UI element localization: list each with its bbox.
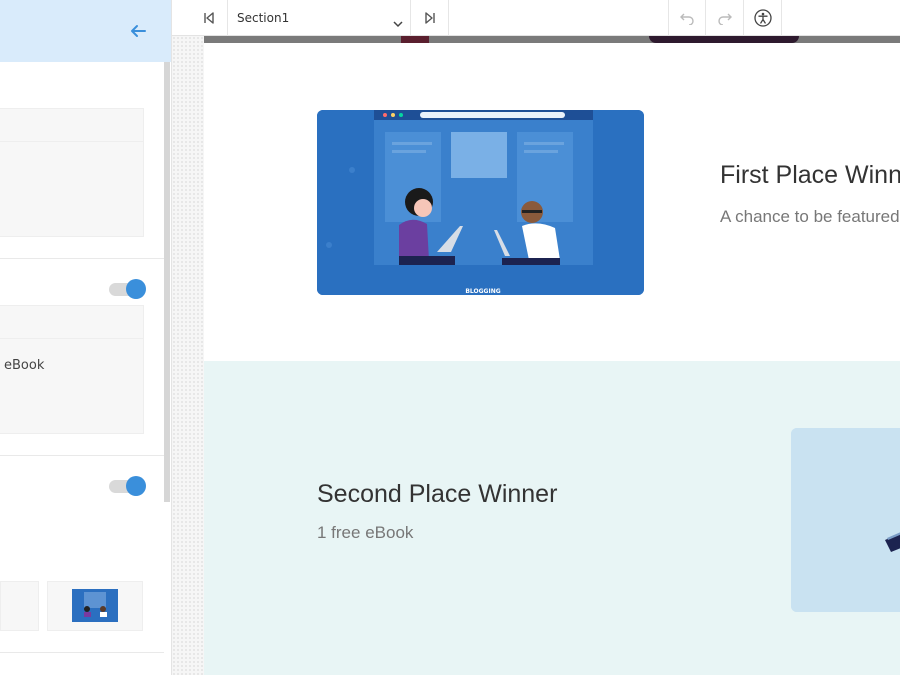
panel-divider <box>0 455 164 456</box>
second-place-section[interactable]: Second Place Winner 1 free eBook <box>204 361 900 675</box>
panel-divider <box>0 258 164 259</box>
arrow-left-icon[interactable] <box>128 21 148 41</box>
second-place-subtitle[interactable]: 1 free eBook <box>317 523 413 543</box>
image-thumbnail[interactable] <box>72 589 118 622</box>
illustration-label: BLOGGING <box>465 288 500 295</box>
second-place-illustration[interactable] <box>791 428 900 612</box>
undo-icon[interactable] <box>668 0 706 36</box>
page-canvas: BLOGGING First Place Winner A chance to … <box>204 36 900 675</box>
toggle-switch[interactable] <box>109 279 147 299</box>
skip-forward-icon[interactable] <box>411 0 449 36</box>
section-select[interactable]: Section1 <box>227 0 411 36</box>
previous-section-edge <box>204 36 900 43</box>
section-select-value: Section1 <box>237 11 290 25</box>
panel-divider <box>0 652 164 653</box>
panel-textarea[interactable] <box>0 141 144 237</box>
panel-scrollbar[interactable] <box>164 62 170 502</box>
first-place-title[interactable]: First Place Winner <box>720 161 900 190</box>
settings-panel: eBook <box>0 0 172 675</box>
panel-text-ebook: eBook <box>4 358 45 373</box>
image-option[interactable] <box>0 581 39 631</box>
accessibility-icon[interactable] <box>744 0 782 36</box>
panel-header <box>0 0 171 62</box>
first-place-section[interactable]: BLOGGING First Place Winner A chance to … <box>204 43 900 361</box>
second-place-title[interactable]: Second Place Winner <box>317 480 557 509</box>
panel-field[interactable] <box>0 108 144 142</box>
first-place-subtitle[interactable]: A chance to be featured <box>720 207 900 227</box>
blogging-illustration[interactable]: BLOGGING <box>317 110 644 295</box>
canvas-gutter <box>172 36 204 675</box>
redo-icon[interactable] <box>706 0 744 36</box>
skip-back-icon[interactable] <box>190 0 228 36</box>
chevron-down-icon <box>393 13 403 32</box>
panel-textarea[interactable] <box>0 338 144 434</box>
editor-toolbar: Section1 <box>172 0 900 36</box>
toggle-switch[interactable] <box>109 476 147 496</box>
panel-field[interactable] <box>0 305 144 339</box>
